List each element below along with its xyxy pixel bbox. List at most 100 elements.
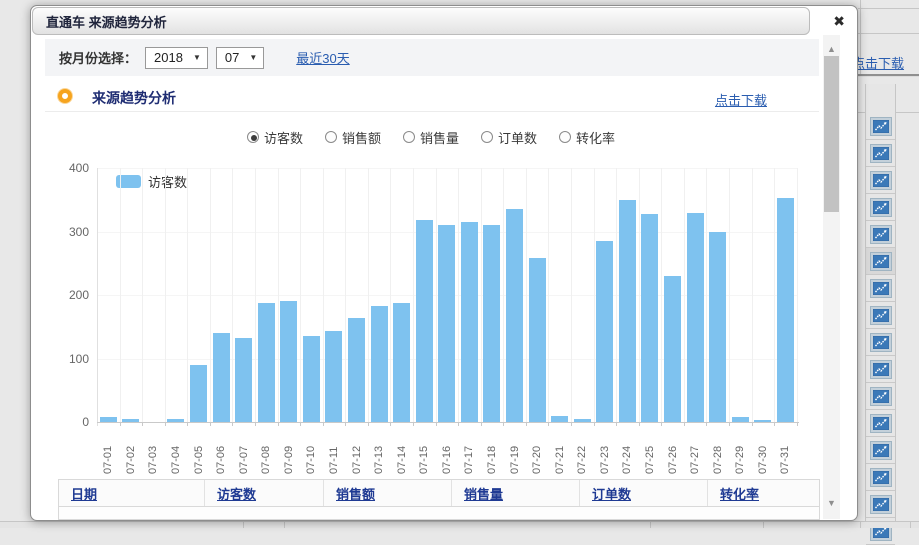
trend-chart-icon[interactable] [870,360,892,379]
chart-bar-07-16 [438,225,455,422]
x-axis-tick-label: 07-21 [554,430,566,474]
metric-radio-1[interactable]: 访客数 [247,128,303,147]
gridline [187,168,188,422]
sort-link[interactable]: 订单数 [592,484,631,503]
bg-download-link[interactable]: 点击下载 [852,53,904,72]
sort-link[interactable]: 销售量 [464,484,503,503]
chart-bar-07-26 [664,276,681,422]
chart-bar-07-23 [596,241,613,422]
bg-table-row [866,410,895,437]
trend-chart-icon[interactable] [870,495,892,514]
y-axis-tick-label: 200 [59,288,89,302]
gridline [323,168,324,422]
gridline [774,168,775,422]
bg-table-border [860,522,861,528]
scrollbar-thumb[interactable] [824,56,839,212]
sort-link[interactable]: 日期 [71,484,97,503]
trend-chart-icon[interactable] [870,279,892,298]
radio-icon[interactable] [481,131,493,143]
x-axis-tick-label: 07-23 [599,430,611,474]
metric-radio-3[interactable]: 销售量 [403,128,459,147]
chart-bar-07-30 [754,420,771,422]
scroll-down-icon[interactable]: ▼ [823,497,840,509]
trend-chart-icon[interactable] [870,117,892,136]
sort-link[interactable]: 销售额 [336,484,375,503]
x-axis-tick-label: 07-15 [418,430,430,474]
y-axis-line [97,168,98,426]
gridline [526,168,527,422]
section-header: 来源趋势分析 点击下载 [45,84,819,112]
bg-table-border [243,522,244,528]
bg-table-border [763,522,764,528]
metric-radio-2[interactable]: 销售额 [325,128,381,147]
x-axis-tick-label: 07-12 [351,430,363,474]
bg-table-border [650,522,651,528]
sort-link[interactable]: 访客数 [217,484,256,503]
last-30-days-link[interactable]: 最近30天 [296,48,349,67]
chart-bar-07-28 [709,232,726,422]
radio-selected-icon[interactable] [247,131,259,143]
trend-chart-icon[interactable] [870,252,892,271]
chart-bar-07-17 [461,222,478,422]
bg-table-row [866,356,895,383]
modal-scrollbar[interactable]: ▲ ▼ [823,35,840,519]
year-select-value: 2018 [154,50,183,65]
close-icon[interactable]: ✖ [833,14,845,28]
trend-chart-icon[interactable] [870,225,892,244]
month-select[interactable]: 07 ▼ [216,47,264,69]
table-header-1: 日期 [59,480,205,506]
gridline [345,168,346,422]
table-row [59,507,819,519]
gridline [255,168,256,422]
chart-bar-07-24 [619,200,636,422]
chart-bar-07-09 [280,301,297,422]
y-axis-tick-label: 300 [59,225,89,239]
chart-bar-07-12 [348,318,365,422]
x-axis-tick-label: 07-01 [102,430,114,474]
x-axis-tick-label: 07-07 [238,430,250,474]
x-axis-tick-label: 07-25 [644,430,656,474]
trend-chart-icon[interactable] [870,333,892,352]
chart-bar-07-29 [732,417,749,422]
radio-icon[interactable] [559,131,571,143]
download-link[interactable]: 点击下载 [715,90,767,109]
chart-bar-07-13 [371,306,388,422]
x-axis-tick-label: 07-17 [463,430,475,474]
year-select[interactable]: 2018 ▼ [145,47,208,69]
table-header-6: 转化率 [708,480,819,506]
month-filter-bar: 按月份选择： 2018 ▼ 07 ▼ 最近30天 [45,39,819,76]
bg-table-row [866,140,895,167]
gridline [729,168,730,422]
x-axis-tick-label: 07-08 [260,430,272,474]
radio-icon[interactable] [403,131,415,143]
trend-chart-icon[interactable] [870,468,892,487]
x-axis-tick-label: 07-14 [396,430,408,474]
trend-chart-icon[interactable] [870,306,892,325]
chart-bar-07-21 [551,416,568,422]
x-axis-tick-label: 07-22 [576,430,588,474]
metric-radio-label: 销售额 [342,128,381,147]
x-axis-tick-label: 07-20 [531,430,543,474]
trend-chart-icon[interactable] [870,387,892,406]
metric-radio-4[interactable]: 订单数 [481,128,537,147]
gridline [120,168,121,422]
gridline [616,168,617,422]
month-filter-label: 按月份选择： [59,48,137,67]
chart-bar-07-07 [235,338,252,422]
chart-bar-07-27 [687,213,704,422]
trend-chart-icon[interactable] [870,171,892,190]
chart-bar-07-19 [506,209,523,422]
trend-chart-icon[interactable] [870,441,892,460]
gridline [684,168,685,422]
gridline [413,168,414,422]
sort-link[interactable]: 转化率 [720,484,759,503]
gridline [797,168,798,422]
radio-icon[interactable] [325,131,337,143]
metric-radio-5[interactable]: 转化率 [559,128,615,147]
trend-chart-icon[interactable] [870,144,892,163]
bg-table-row [866,275,895,302]
scroll-up-icon[interactable]: ▲ [823,43,840,55]
trend-chart-icon[interactable] [870,414,892,433]
chart-bar-07-20 [529,258,546,422]
trend-chart-icon[interactable] [870,198,892,217]
